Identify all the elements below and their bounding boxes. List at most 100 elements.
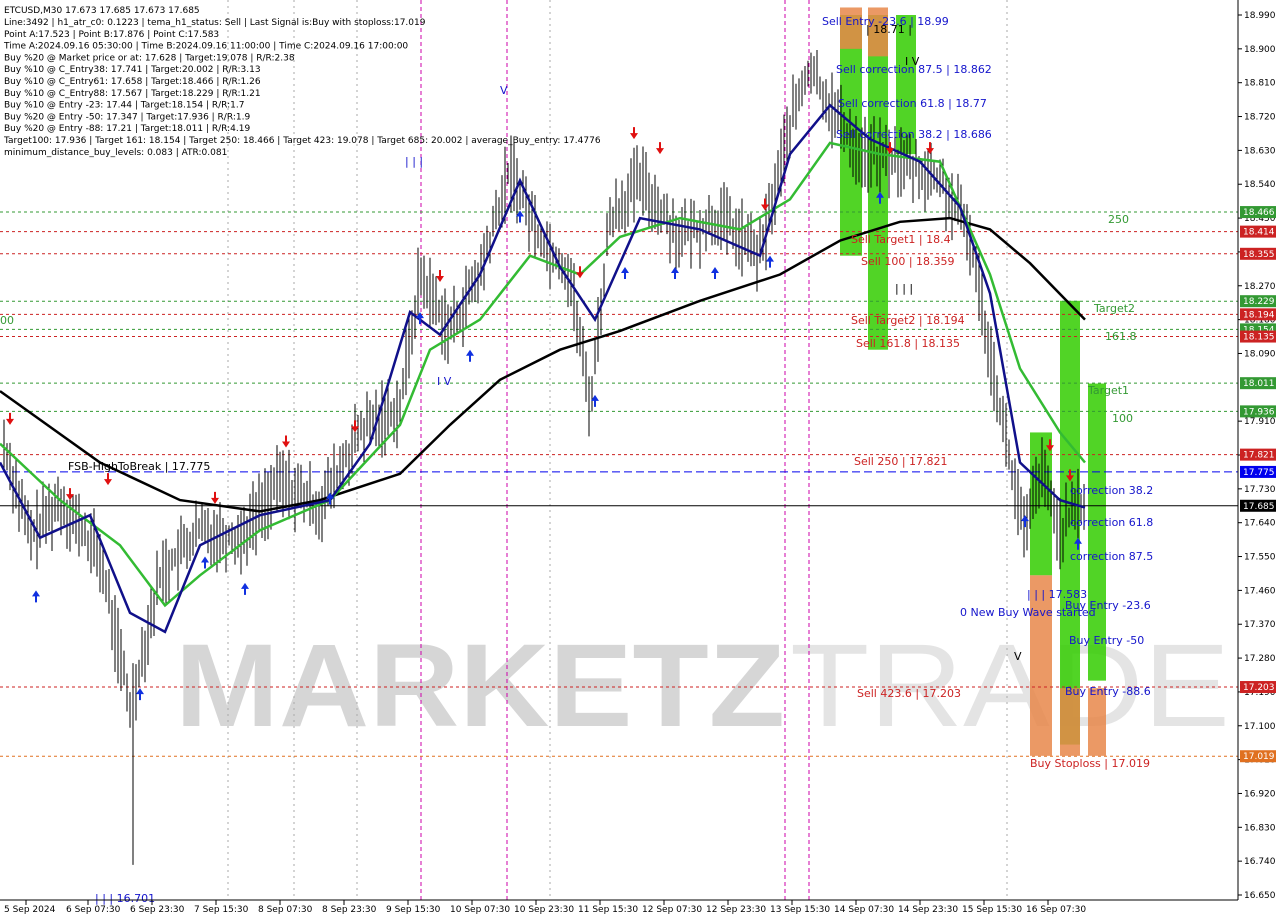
level-label: | | | [405,155,423,168]
price-tag: 17.936 [1243,407,1275,417]
x-tick-label: 6 Sep 07:30 [66,905,121,915]
level-label: Buy Stoploss | 17.019 [1030,757,1150,770]
price-tag: 17.821 [1243,451,1275,461]
x-tick-label: 5 Sep 2024 [4,905,56,915]
y-tick-label: 16.650 [1244,891,1276,901]
x-tick-label: 8 Sep 23:30 [322,905,377,915]
x-tick-label: 12 Sep 23:30 [706,905,766,915]
level-label: I V [905,55,920,68]
y-tick-label: 17.550 [1244,553,1276,563]
level-label: 00 [0,314,14,327]
price-tag: 18.229 [1243,297,1275,307]
y-tick-label: 16.740 [1244,857,1276,867]
y-tick-label: 18.270 [1244,282,1276,292]
y-tick-label: 17.370 [1244,620,1276,630]
y-tick-label: 18.990 [1244,11,1276,21]
level-label: | | | [895,282,913,295]
price-chart[interactable]: MARKETZ TRADE Sell Entry -23.6 | 18.99Se… [0,0,1280,920]
y-tick-label: 17.910 [1244,417,1276,427]
zone-bar [1060,688,1080,756]
info-line: Buy %10 @ Entry -23: 17.44 | Target:18.1… [4,101,244,111]
info-line: Target100: 17.936 | Target 161: 18.154 |… [3,136,601,146]
level-label: correction 61.8 [1070,516,1153,529]
level-label: | 18.71 | [866,23,912,36]
price-tag: 17.203 [1243,683,1275,693]
level-label: 161.8 [1105,330,1137,343]
level-label: Sell Target2 | 18.194 [851,314,965,327]
x-tick-label: 8 Sep 07:30 [258,905,313,915]
level-label: V [1014,650,1022,663]
price-tag: 18.194 [1243,310,1275,320]
chart-window[interactable]: MARKETZ TRADE Sell Entry -23.6 | 18.99 Se… [0,0,1280,920]
info-line: Point A:17.523 | Point B:17.876 | Point … [4,30,219,40]
y-tick-label: 18.900 [1244,45,1276,55]
info-line: Buy %10 @ C_Entry61: 17.658 | Target:18.… [4,77,261,87]
level-label: Buy Entry -50 [1069,634,1144,647]
price-tag: 17.019 [1243,752,1275,762]
y-tick-label: 18.720 [1244,113,1276,123]
level-label: Sell 100 | 18.359 [861,255,955,268]
x-tick-label: 9 Sep 15:30 [386,905,441,915]
x-tick-label: 6 Sep 23:30 [130,905,185,915]
x-tick-label: 16 Sep 07:30 [1026,905,1086,915]
y-tick-label: 17.460 [1244,586,1276,596]
info-line: Line:3492 | h1_atr_c0: 0.1223 | tema_h1_… [4,18,426,28]
level-label: Buy Entry -23.6 [1065,599,1151,612]
x-tick-label: 15 Sep 15:30 [962,905,1022,915]
x-tick-label: 7 Sep 15:30 [194,905,249,915]
watermark-text-light: TRADE [790,620,1230,752]
price-tag: 18.466 [1243,208,1275,218]
level-label: I V [437,375,452,388]
level-label: FSB-HighToBreak | 17.775 [68,460,210,473]
info-line: Buy %20 @ Entry -50: 17.347 | Target:17.… [4,112,250,122]
price-tag: 18.135 [1243,333,1275,343]
zone-bar [1030,575,1052,756]
level-label: Sell 423.6 | 17.203 [857,687,961,700]
info-line: Buy %10 @ C_Entry38: 17.741 | Target:20.… [4,65,261,75]
y-tick-label: 17.100 [1244,722,1276,732]
y-tick-label: 18.540 [1244,180,1276,190]
window-title: ETCUSD,M30 17.673 17.685 17.673 17.685 [4,6,200,16]
level-label: Sell correction 61.8 | 18.77 [838,97,987,110]
x-tick-label: 12 Sep 07:30 [642,905,702,915]
y-tick-label: 18.090 [1244,349,1276,359]
level-label: 100 [1112,412,1133,425]
price-tag: 18.414 [1243,228,1275,238]
y-tick-label: 16.830 [1244,823,1276,833]
watermark-text-bold: MARKETZ [175,620,785,752]
x-tick-label: 10 Sep 23:30 [514,905,574,915]
x-tick-label: 14 Sep 07:30 [834,905,894,915]
x-tick-label: 11 Sep 15:30 [578,905,638,915]
level-label: 250 [1108,213,1129,226]
y-tick-label: 16.920 [1244,789,1276,799]
level-label: Buy Entry -88.6 [1065,685,1151,698]
zone-bar [840,7,862,49]
level-label: V [500,84,508,97]
x-tick-label: 13 Sep 15:30 [770,905,830,915]
level-label: Target1 [1087,384,1129,397]
info-line: Buy %20 @ Market price or at: 17.628 | T… [4,53,295,63]
x-tick-label: 14 Sep 23:30 [898,905,958,915]
y-tick-label: 17.280 [1244,654,1276,664]
x-tick-label: 10 Sep 07:30 [450,905,510,915]
info-line: Buy %10 @ C_Entry88: 17.567 | Target:18.… [4,89,261,99]
level-label: correction 87.5 [1070,550,1153,563]
price-tag: 17.775 [1243,468,1275,478]
level-label: correction 38.2 [1070,484,1153,497]
level-label: Sell Target1 | 18.4 [851,233,951,246]
y-tick-label: 18.630 [1244,146,1276,156]
info-line: minimum_distance_buy_levels: 0.083 | ATR… [4,148,227,158]
y-tick-label: 17.640 [1244,519,1276,529]
level-label: Target2 [1093,302,1135,315]
info-line: Buy %20 @ Entry -88: 17.21 | Target:18.0… [4,124,250,134]
level-label: | | | 16.701 [95,892,155,905]
level-label: Sell 161.8 | 18.135 [856,337,960,350]
y-tick-label: 18.810 [1244,79,1276,89]
level-label: Sell correction 38.2 | 18.686 [836,128,992,141]
y-tick-label: 17.730 [1244,485,1276,495]
price-tag: 17.685 [1243,502,1275,512]
level-label: Sell 250 | 17.821 [854,455,948,468]
zone-bar [1088,688,1106,756]
info-line: Time A:2024.09.16 05:30:00 | Time B:2024… [3,42,408,52]
price-tag: 18.355 [1243,250,1275,260]
